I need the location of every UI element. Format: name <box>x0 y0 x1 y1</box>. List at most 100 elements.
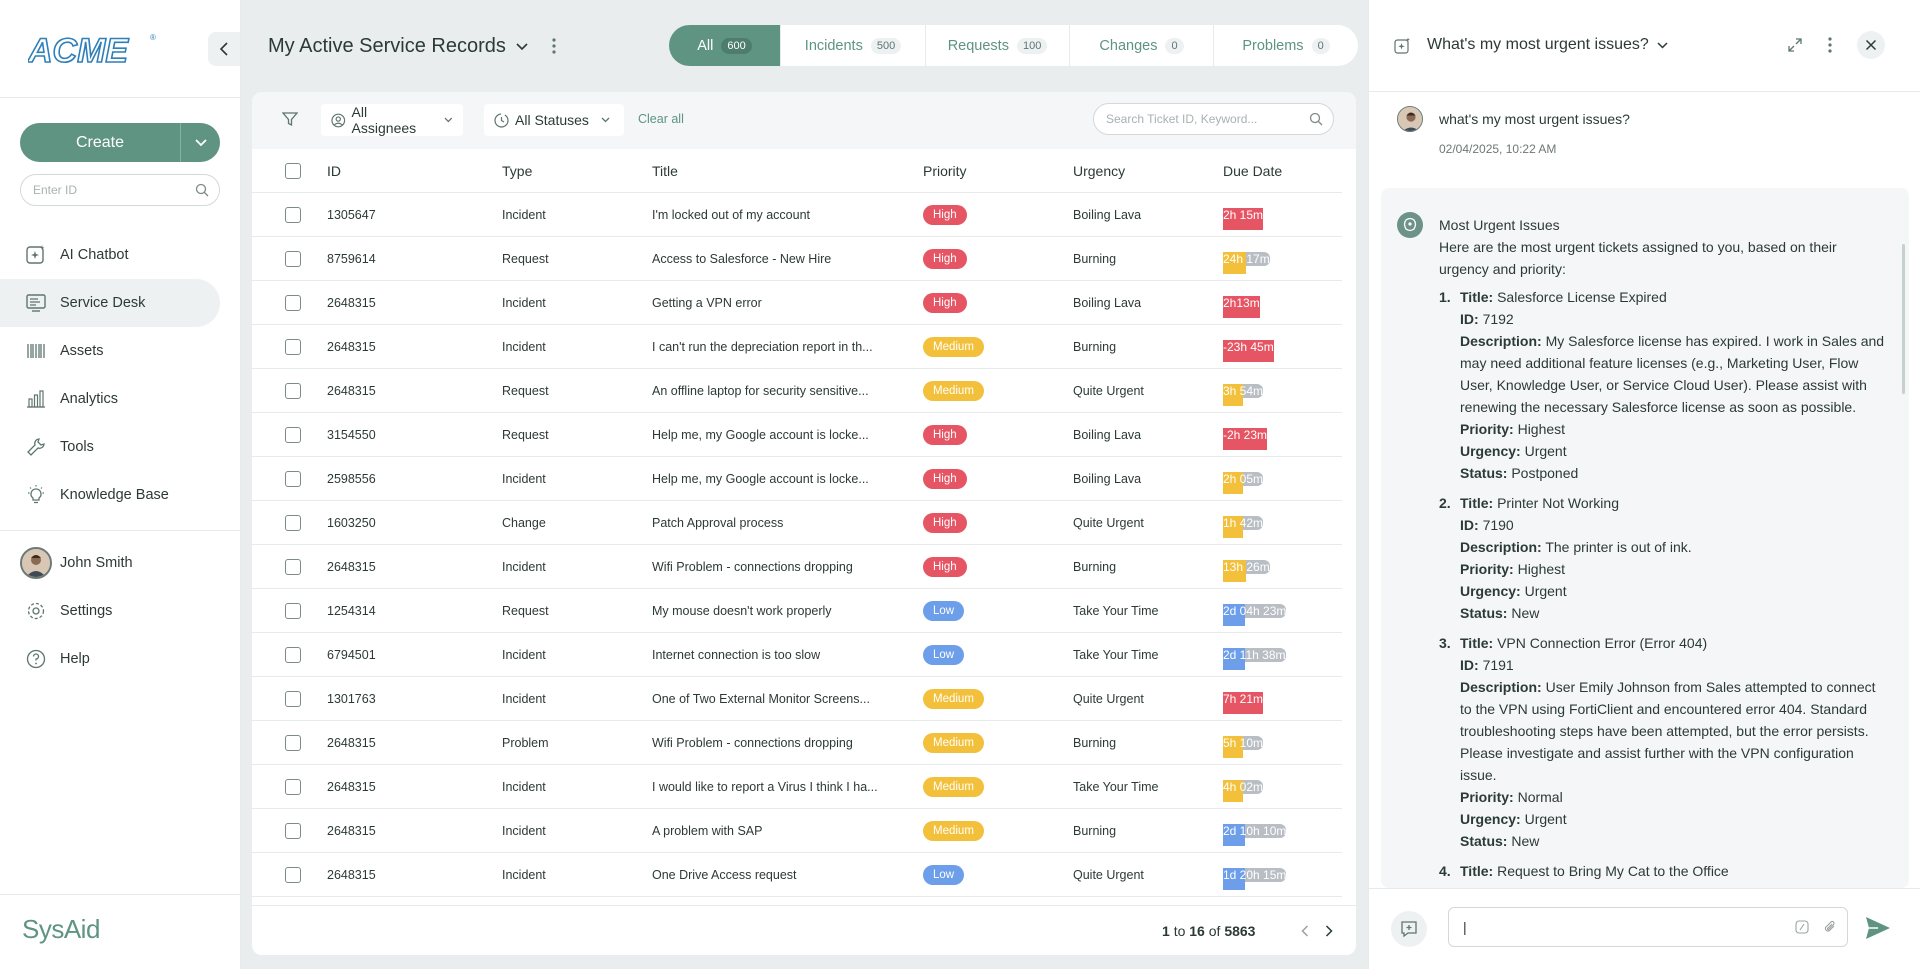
ticket-title[interactable]: Internet connection is too slow <box>652 648 820 662</box>
ticket-title[interactable]: I can't run the depreciation report in t… <box>652 340 873 354</box>
column-header-type[interactable]: Type <box>502 163 532 179</box>
row-checkbox[interactable] <box>285 822 301 839</box>
sidebar-item-settings[interactable]: Settings <box>0 587 220 635</box>
ticket-id[interactable]: 1254314 <box>327 604 376 618</box>
ticket-id[interactable]: 1603250 <box>327 516 376 530</box>
column-header-id[interactable]: ID <box>327 163 341 179</box>
ticket-title[interactable]: Getting a VPN error <box>652 296 762 310</box>
sidebar-item-tools[interactable]: Tools <box>0 423 220 471</box>
clear-all-link[interactable]: Clear all <box>638 112 684 126</box>
ticket-title[interactable]: Patch Approval process <box>652 516 783 530</box>
table-row[interactable]: 1254314 Request My mouse doesn't work prop… <box>252 589 1342 633</box>
tab-problems[interactable]: Problems 0 <box>1214 25 1358 66</box>
sidebar-item-assets[interactable]: Assets <box>0 327 220 375</box>
collapse-sidebar-button[interactable] <box>208 32 240 66</box>
table-row[interactable]: 2598556 Incident Help me, my Google accoun… <box>252 457 1342 501</box>
ticket-id[interactable]: 1301763 <box>327 692 376 706</box>
row-checkbox[interactable] <box>285 602 301 619</box>
create-dropdown-button[interactable] <box>180 123 220 162</box>
ticket-title[interactable]: An offline laptop for security sensitive… <box>652 384 869 398</box>
table-row[interactable]: 2648315 Request An offline laptop for secu… <box>252 369 1342 413</box>
row-checkbox[interactable] <box>285 778 301 795</box>
ticket-title[interactable]: Help me, my Google account is locke... <box>652 428 869 442</box>
table-row[interactable]: 1603250 Change Patch Approval process High Q… <box>252 501 1342 545</box>
row-checkbox[interactable] <box>285 734 301 751</box>
expand-button[interactable] <box>1783 33 1807 57</box>
select-all-checkbox[interactable] <box>285 163 301 179</box>
tab-changes[interactable]: Changes 0 <box>1070 25 1214 66</box>
create-button[interactable]: Create <box>20 123 180 162</box>
table-row[interactable]: 2648315 Incident A problem with SAP Medium B… <box>252 809 1342 853</box>
previous-page-button[interactable] <box>1297 923 1313 939</box>
tab-requests[interactable]: Requests 100 <box>926 25 1070 66</box>
ticket-id[interactable]: 2598556 <box>327 472 376 486</box>
ticket-id[interactable]: 2648315 <box>327 560 376 574</box>
assignees-dropdown[interactable]: All Assignees <box>321 104 463 136</box>
sidebar-item-analytics[interactable]: Analytics <box>0 375 220 423</box>
paperclip-icon[interactable] <box>1823 920 1837 934</box>
row-checkbox[interactable] <box>285 470 301 487</box>
statuses-dropdown[interactable]: All Statuses <box>484 104 624 136</box>
send-button[interactable] <box>1865 916 1891 940</box>
close-chat-button[interactable] <box>1857 31 1885 59</box>
table-row[interactable]: 2648315 Incident I can't run the depreciat… <box>252 325 1342 369</box>
table-row[interactable]: 2648315 Incident I would like to report a … <box>252 765 1342 809</box>
ticket-id[interactable]: 6794501 <box>327 648 376 662</box>
view-options-button[interactable] <box>546 35 562 57</box>
table-row[interactable]: 2648315 Incident One Drive Access request… <box>252 853 1342 897</box>
table-row[interactable]: 8759614 Request Access to Salesforce - New… <box>252 237 1342 281</box>
ticket-id[interactable]: 3154550 <box>327 428 376 442</box>
tab-all[interactable]: All 600 <box>669 25 781 66</box>
search-icon[interactable] <box>195 183 209 197</box>
ticket-title[interactable]: Help me, my Google account is locke... <box>652 472 869 486</box>
column-header-title[interactable]: Title <box>652 163 678 179</box>
ticket-title[interactable]: A problem with SAP <box>652 824 762 838</box>
ticket-title[interactable]: Access to Salesforce - New Hire <box>652 252 831 266</box>
ticket-title[interactable]: I would like to report a Virus I think I… <box>652 780 878 794</box>
search-icon[interactable] <box>1309 112 1323 126</box>
table-row[interactable]: 2648315 Incident Wifi Problem - connection… <box>252 545 1342 589</box>
next-page-button[interactable] <box>1321 923 1337 939</box>
ticket-title[interactable]: Wifi Problem - connections dropping <box>652 560 853 574</box>
sidebar-item-knowledge-base[interactable]: Knowledge Base <box>0 471 220 519</box>
ticket-title[interactable]: One Drive Access request <box>652 868 797 882</box>
ticket-title[interactable]: One of Two External Monitor Screens... <box>652 692 870 706</box>
table-row[interactable]: 1301763 Incident One of Two External Monit… <box>252 677 1342 721</box>
ticket-id[interactable]: 2648315 <box>327 384 376 398</box>
ticket-id[interactable]: 2648315 <box>327 824 376 838</box>
row-checkbox[interactable] <box>285 690 301 707</box>
column-header-due-date[interactable]: Due Date <box>1223 163 1282 179</box>
id-input[interactable] <box>33 183 195 197</box>
ticket-title[interactable]: Wifi Problem - connections dropping <box>652 736 853 750</box>
ticket-id[interactable]: 2648315 <box>327 736 376 750</box>
row-checkbox[interactable] <box>285 250 301 267</box>
ticket-id[interactable]: 2648315 <box>327 296 376 310</box>
table-row[interactable]: 1305647 Incident I'm locked out of my acco… <box>252 193 1342 237</box>
ticket-id[interactable]: 8759614 <box>327 252 376 266</box>
ticket-id[interactable]: 2648315 <box>327 780 376 794</box>
row-checkbox[interactable] <box>285 338 301 355</box>
column-header-priority[interactable]: Priority <box>923 163 967 179</box>
row-checkbox[interactable] <box>285 206 301 223</box>
row-checkbox[interactable] <box>285 558 301 575</box>
table-row[interactable]: 2648315 Incident Getting a VPN error High Bo… <box>252 281 1342 325</box>
ticket-title[interactable]: I'm locked out of my account <box>652 208 810 222</box>
user-profile[interactable]: John Smith <box>0 539 220 587</box>
chat-options-button[interactable] <box>1818 33 1842 57</box>
row-checkbox[interactable] <box>285 866 301 883</box>
row-checkbox[interactable] <box>285 426 301 443</box>
page-title[interactable]: My Active Service Records <box>268 35 528 58</box>
sidebar-item-ai-chatbot[interactable]: AI Chatbot <box>0 231 220 279</box>
ticket-id[interactable]: 1305647 <box>327 208 376 222</box>
chat-input[interactable] <box>1463 919 1795 935</box>
row-checkbox[interactable] <box>285 646 301 663</box>
column-header-urgency[interactable]: Urgency <box>1073 163 1125 179</box>
tab-incidents[interactable]: Incidents 500 <box>781 25 926 66</box>
ticket-id[interactable]: 2648315 <box>327 868 376 882</box>
row-checkbox[interactable] <box>285 514 301 531</box>
row-checkbox[interactable] <box>285 382 301 399</box>
ticket-id[interactable]: 2648315 <box>327 340 376 354</box>
chat-scrollbar[interactable] <box>1902 244 1905 394</box>
filter-icon[interactable] <box>282 111 298 127</box>
chat-title-dropdown[interactable]: What's my most urgent issues? <box>1427 36 1668 54</box>
